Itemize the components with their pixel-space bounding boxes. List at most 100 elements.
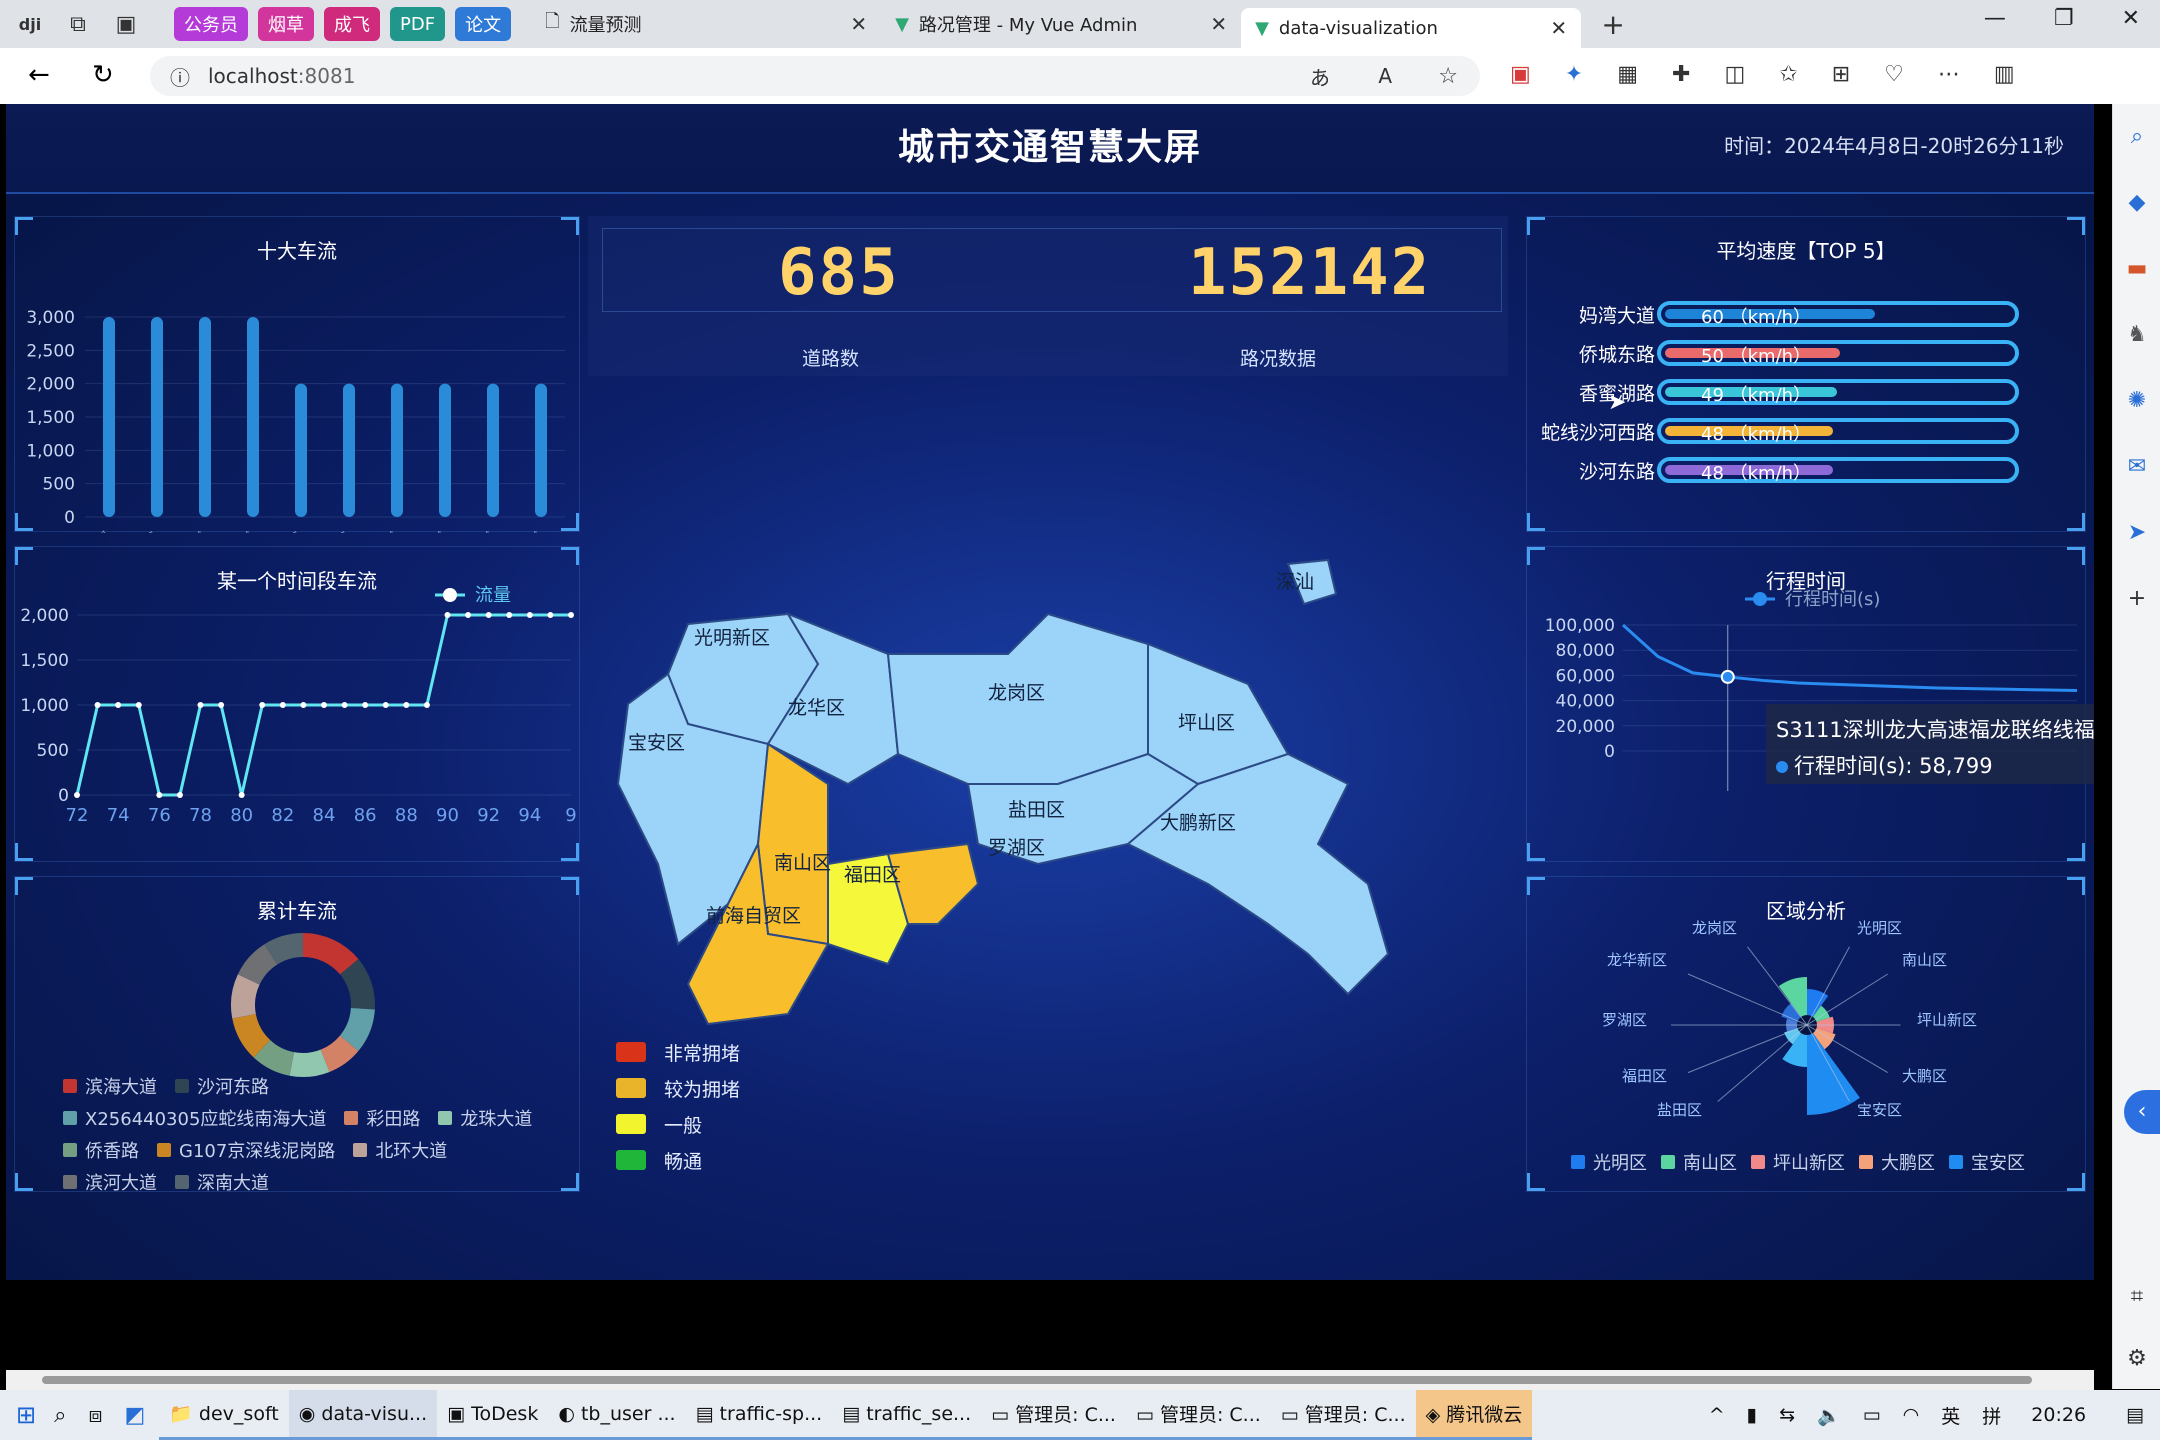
road-name: 蛇线沙河西路 (1540, 422, 1655, 444)
data-point (465, 612, 472, 618)
map-legend-item[interactable]: 非常拥堵 (616, 1034, 740, 1070)
close-icon[interactable]: ✕ (850, 12, 867, 36)
taskbar-item-todesk[interactable]: ▣ ToDesk (437, 1390, 549, 1440)
taskbar-item-admin-1[interactable]: ▭ 管理员: C... (981, 1390, 1126, 1440)
ime-mode-icon[interactable]: 拼 (1982, 1402, 2001, 1429)
extension-bird-icon[interactable]: ✦ (1565, 62, 1583, 87)
add-icon[interactable]: + (2113, 566, 2160, 632)
legend-label: 光明区 (1593, 1153, 1647, 1174)
minimize-icon[interactable]: — (1984, 6, 2006, 31)
legend-item[interactable]: 坪山新区 (1751, 1149, 1845, 1175)
tray-app-icon[interactable]: ▮ (1747, 1404, 1757, 1426)
legend-swatch (1571, 1155, 1585, 1169)
tray-expand-icon[interactable]: ^ (1709, 1404, 1725, 1426)
taskbar-item-admin-3[interactable]: ▭ 管理员: C... (1270, 1390, 1416, 1440)
close-window-icon[interactable]: ✕ (2122, 6, 2140, 31)
horizontal-scrollbar[interactable] (6, 1370, 2094, 1390)
read-aloud-icon[interactable]: A (1378, 64, 1392, 88)
bookmark-tag[interactable]: 公务员 (174, 7, 248, 41)
legend-item[interactable]: 南山区 (1661, 1149, 1737, 1175)
taskbar-item-tb-user[interactable]: ◐ tb_user ... (548, 1390, 686, 1440)
legend-item[interactable]: 龙珠大道 (438, 1105, 532, 1131)
legend-item[interactable]: 滨河大道 (63, 1169, 157, 1195)
split-screen-icon[interactable]: ◫ (1724, 62, 1745, 87)
collections-icon[interactable]: ⊞ (1832, 62, 1850, 87)
extension-icon[interactable]: ▦ (1617, 62, 1638, 87)
panel-title: 平均速度【TOP 5】 (1716, 239, 1896, 263)
legend-item[interactable]: 北环大道 (353, 1137, 447, 1163)
bookmark-tag[interactable]: PDF (390, 7, 446, 41)
copilot-icon[interactable]: ✺ (2113, 368, 2160, 434)
close-icon[interactable]: ✕ (1210, 12, 1227, 36)
map-legend-item[interactable]: 较为拥堵 (616, 1070, 740, 1106)
tray-network-icon[interactable]: ⇆ (1779, 1404, 1795, 1426)
search-icon[interactable]: ⌕ (2113, 104, 2160, 170)
tab-data-visualization[interactable]: ▼ data-visualization ✕ (1241, 8, 1582, 48)
bookmark-tag[interactable]: 成飞 (324, 7, 380, 41)
bookmark-tag[interactable]: 烟草 (258, 7, 314, 41)
taskbar-item-tencent[interactable]: ◈ 腾讯微云 (1415, 1390, 1533, 1440)
legend-item[interactable]: 侨香路 (63, 1137, 139, 1163)
legend-item[interactable]: 宝安区 (1949, 1149, 2025, 1175)
performance-icon[interactable]: ♡ (1884, 62, 1904, 87)
notification-icon[interactable]: ▤ (2126, 1404, 2144, 1426)
task-view-icon[interactable]: ⧈ (88, 1403, 102, 1428)
wifi-icon[interactable]: ◠ (1903, 1404, 1920, 1426)
collapse-sidebar-icon[interactable]: ‹ (2124, 1090, 2160, 1134)
restore-icon[interactable]: ❐ (2054, 6, 2074, 31)
tab-traffic-forecast[interactable]: 🗋 流量预测 ✕ (531, 4, 881, 44)
legend-item[interactable]: 彩田路 (344, 1105, 420, 1131)
games-icon[interactable]: ♞ (2113, 302, 2160, 368)
trip-time-tooltip: S3111深圳龙大高速福龙联络线福龙 行程时间(s): 58,799 (1766, 704, 2094, 784)
volume-icon[interactable]: 🔈 (1817, 1404, 1841, 1427)
extension-red-icon[interactable]: ▣ (1510, 62, 1531, 87)
legend-item[interactable]: G107京深线泥岗路 (157, 1137, 335, 1163)
send-icon[interactable]: ➤ (2113, 500, 2160, 566)
refresh-icon[interactable]: ↻ (92, 60, 114, 90)
more-icon[interactable]: ⋯ (1938, 62, 1960, 87)
translate-icon[interactable]: あ (1310, 62, 1330, 91)
taskbar-item-admin-2[interactable]: ▭ 管理员: C... (1125, 1390, 1271, 1440)
speed-row: 沙河东路 48 （km/h） (1527, 455, 2087, 485)
favorite-star-icon[interactable]: ☆ (1438, 64, 1458, 89)
legend-item[interactable]: 大鹏区 (1859, 1149, 1935, 1175)
settings-icon[interactable]: ⚙ (2113, 1326, 2160, 1392)
url-field[interactable]: ⓘ localhost:8081 あ A ☆ (150, 56, 1480, 96)
legend-item[interactable]: 深南大道 (175, 1169, 269, 1195)
taskbar-item-browser[interactable]: ◉ data-visu... (288, 1390, 438, 1440)
screenshot-icon[interactable]: ⌗ (2113, 1264, 2160, 1330)
map-legend-item[interactable]: 一般 (616, 1106, 740, 1142)
outlook-icon[interactable]: ✉ (2113, 434, 2160, 500)
windows-start-icon[interactable]: ⊞ (16, 1401, 36, 1429)
favorites-icon[interactable]: ✩ (1779, 62, 1797, 87)
legend-item[interactable]: 滨海大道 (63, 1073, 157, 1099)
scrollbar-thumb[interactable] (42, 1376, 2032, 1384)
map-legend-item[interactable]: 畅通 (616, 1142, 740, 1178)
new-tab-icon[interactable]: + (1595, 6, 1631, 42)
close-icon[interactable]: ✕ (1550, 16, 1567, 40)
sidebar-toggle-icon[interactable]: ▥ (1994, 62, 2015, 87)
battery-icon[interactable]: ▭ (1863, 1404, 1881, 1426)
workspaces-icon[interactable]: ⧉ (60, 6, 96, 42)
legend-item[interactable]: X256440305应蛇线南海大道 (63, 1105, 326, 1131)
bar (391, 383, 403, 517)
extensions-icon[interactable]: ✚ (1672, 62, 1690, 87)
taskbar-item-traffic-sp[interactable]: ▤ traffic-sp... (685, 1390, 833, 1440)
search-icon[interactable]: ⌕ (54, 1403, 66, 1428)
tab-actions-icon[interactable]: ▣ (108, 6, 144, 42)
back-icon[interactable]: ← (28, 60, 50, 90)
congestion-legend: 非常拥堵 较为拥堵 一般 畅通 (616, 1034, 740, 1178)
taskbar-item-dev-soft[interactable]: 📁 dev_soft (159, 1390, 289, 1440)
bookmark-tag[interactable]: 论文 (455, 7, 512, 41)
map-label: 罗湖区 (988, 837, 1045, 859)
legend-item[interactable]: 光明区 (1571, 1149, 1647, 1175)
legend-item[interactable]: 沙河东路 (175, 1073, 269, 1099)
toolbox-icon[interactable]: ▬ (2113, 236, 2160, 302)
x-tick-label: 82 (271, 805, 294, 826)
taskbar-item-traffic-se[interactable]: ▤ traffic_se... (832, 1390, 982, 1440)
app-icon[interactable]: ◩ (124, 1403, 145, 1428)
ime-lang[interactable]: 英 (1941, 1402, 1960, 1429)
tag-icon[interactable]: ◆ (2113, 170, 2160, 236)
dji-logo-icon[interactable]: dji (12, 6, 48, 42)
tab-road-management[interactable]: ▼ 路况管理 - My Vue Admin ✕ (881, 4, 1241, 44)
